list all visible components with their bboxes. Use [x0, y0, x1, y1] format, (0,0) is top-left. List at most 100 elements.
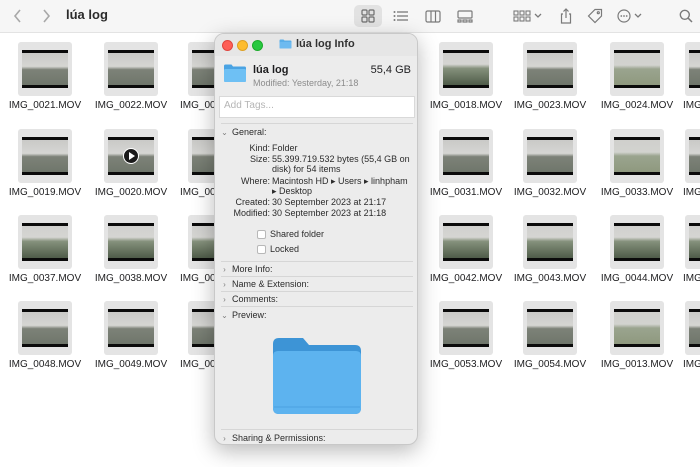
file-item[interactable]: IMG_0022.MOV: [92, 33, 170, 113]
chevron-left-icon: [13, 9, 21, 23]
tag-button[interactable]: [584, 5, 606, 27]
group-button[interactable]: [512, 5, 544, 27]
ellipsis-icon: [617, 9, 642, 23]
file-item[interactable]: IMG_0018.MOV: [427, 33, 505, 113]
section-preview[interactable]: ⌄ Preview:: [220, 310, 266, 320]
grid-view-icon: [361, 9, 375, 23]
file-name: IMG_0048.MOV: [8, 359, 82, 370]
play-icon[interactable]: [123, 148, 139, 164]
get-info-window: lúa log Info lúa log 55,4 GB Modified: Y…: [214, 33, 418, 445]
locked-checkbox[interactable]: Locked: [257, 244, 299, 254]
video-thumbnail: [18, 215, 72, 269]
file-item[interactable]: IMG_0048.MOV: [6, 292, 84, 372]
section-more-info[interactable]: › More Info:: [220, 264, 272, 274]
tags-field[interactable]: Add Tags...: [219, 96, 415, 118]
folder-icon: [279, 39, 292, 49]
file-item[interactable]: IMG_0037.MOV: [6, 206, 84, 286]
file-name: IMG: [683, 359, 700, 370]
video-thumbnail: [685, 215, 700, 269]
share-icon: [560, 8, 572, 24]
file-item[interactable]: IMG_0053.MOV: [427, 292, 505, 372]
forward-button[interactable]: [36, 5, 56, 27]
video-thumbnail: [523, 42, 577, 96]
file-item[interactable]: IMG: [673, 120, 700, 200]
section-name-extension[interactable]: › Name & Extension:: [220, 279, 309, 289]
checkbox[interactable]: [257, 229, 266, 239]
video-thumbnail: [610, 215, 664, 269]
file-item[interactable]: IMG_0013.MOV: [598, 292, 676, 372]
chevron-down-icon: ⌄: [221, 310, 228, 320]
share-button[interactable]: [556, 5, 576, 27]
video-thumbnail: [685, 301, 700, 355]
video-thumbnail: [18, 129, 72, 183]
video-thumbnail: [523, 129, 577, 183]
file-item[interactable]: IMG_0044.MOV: [598, 206, 676, 286]
file-item[interactable]: IMG_0033.MOV: [598, 120, 676, 200]
file-item[interactable]: IMG_0043.MOV: [511, 206, 589, 286]
video-thumbnail: [104, 301, 158, 355]
info-header: lúa log 55,4 GB Modified: Yesterday, 21:…: [215, 58, 417, 98]
file-name: IMG_0013.MOV: [600, 359, 674, 370]
section-sharing-permissions[interactable]: › Sharing & Permissions:: [220, 433, 325, 443]
file-item[interactable]: IMG_0032.MOV: [511, 120, 589, 200]
video-thumbnail: [439, 215, 493, 269]
file-name: IMG_0018.MOV: [429, 100, 503, 111]
list-view-button[interactable]: [388, 5, 414, 27]
file-name: IMG_0043.MOV: [513, 273, 587, 284]
section-comments[interactable]: › Comments:: [220, 294, 278, 304]
file-name: IMG_0021.MOV: [8, 100, 82, 111]
section-general[interactable]: ⌄ General:: [220, 127, 267, 137]
file-name: IMG_0023.MOV: [513, 100, 587, 111]
video-thumbnail: [523, 215, 577, 269]
window-title: lúa log: [66, 7, 108, 22]
close-button[interactable]: [222, 40, 233, 51]
file-item[interactable]: IMG_0042.MOV: [427, 206, 505, 286]
finder-toolbar: lúa log: [0, 0, 700, 33]
back-button[interactable]: [8, 5, 28, 27]
file-item[interactable]: IMG: [673, 33, 700, 113]
file-item[interactable]: IMG: [673, 292, 700, 372]
shared-folder-checkbox[interactable]: Shared folder: [257, 229, 324, 239]
file-name: IMG: [683, 100, 700, 111]
section-label: General:: [232, 127, 267, 137]
file-name: IMG_0044.MOV: [600, 273, 674, 284]
info-window-title: lúa log Info: [279, 38, 355, 50]
chevron-right-icon: ›: [223, 433, 226, 443]
checkbox[interactable]: [257, 244, 266, 254]
file-item[interactable]: IMG_0054.MOV: [511, 292, 589, 372]
divider: [221, 261, 413, 262]
file-name: IMG_0033.MOV: [600, 187, 674, 198]
file-item[interactable]: IMG_0021.MOV: [6, 33, 84, 113]
search-button[interactable]: [676, 5, 696, 27]
file-item[interactable]: IMG_0024.MOV: [598, 33, 676, 113]
video-thumbnail: [439, 129, 493, 183]
icon-view-button[interactable]: [354, 5, 382, 27]
minimize-button[interactable]: [237, 40, 248, 51]
file-name: IMG_0019.MOV: [8, 187, 82, 198]
file-item[interactable]: IMG_0031.MOV: [427, 120, 505, 200]
maximize-button[interactable]: [252, 40, 263, 51]
chevron-down-icon: ⌄: [221, 127, 228, 137]
video-thumbnail: [104, 215, 158, 269]
file-item[interactable]: IMG: [673, 206, 700, 286]
prop-size: Size: 55.399.719.532 bytes (55,4 GB on di…: [249, 154, 410, 174]
info-title-text: lúa log Info: [296, 38, 355, 50]
gallery-view-button[interactable]: [452, 5, 478, 27]
gallery-view-icon: [457, 9, 473, 23]
prop-where: Where: Macintosh HD ▸ Users ▸ linhpham ▸ …: [240, 176, 408, 196]
column-view-button[interactable]: [420, 5, 446, 27]
info-titlebar: lúa log Info: [215, 34, 417, 56]
file-name: IMG_0022.MOV: [94, 100, 168, 111]
divider: [221, 429, 413, 430]
folder-modified: Modified: Yesterday, 21:18: [253, 78, 359, 88]
file-item[interactable]: IMG_0023.MOV: [511, 33, 589, 113]
file-item[interactable]: IMG_0019.MOV: [6, 120, 84, 200]
file-item[interactable]: IMG_0049.MOV: [92, 292, 170, 372]
file-name: IMG_0054.MOV: [513, 359, 587, 370]
file-item[interactable]: IMG_0020.MOV: [92, 120, 170, 200]
divider: [221, 291, 413, 292]
list-view-icon: [393, 11, 408, 21]
video-thumbnail: [104, 129, 158, 183]
file-item[interactable]: IMG_0038.MOV: [92, 206, 170, 286]
more-button[interactable]: [616, 5, 646, 27]
